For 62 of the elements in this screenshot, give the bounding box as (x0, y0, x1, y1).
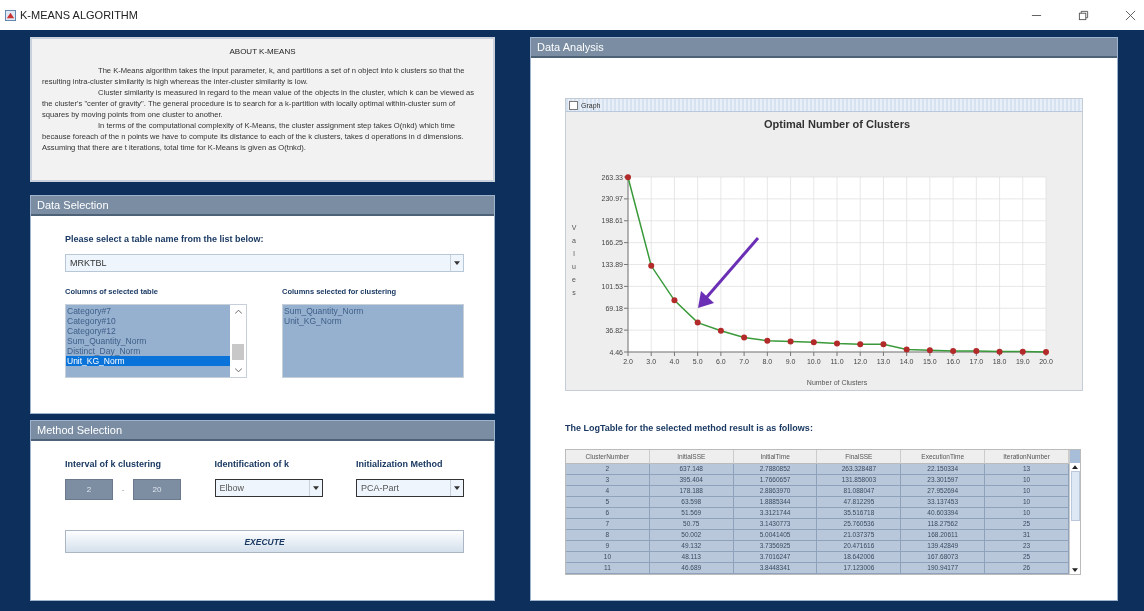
log-table-title: The LogTable for the selected method result is as follows: (565, 423, 814, 433)
caret-icon (312, 486, 319, 490)
data-point (787, 338, 794, 345)
init-method-label: Initialization Method (356, 459, 444, 469)
k-max-field[interactable]: 20 (133, 479, 181, 500)
window-title: K-MEANS ALGORITHM (20, 9, 138, 21)
scrollbar[interactable] (1069, 450, 1080, 574)
data-point (694, 319, 701, 326)
app-icon (5, 9, 16, 21)
data-point (671, 297, 678, 304)
scrollbar[interactable] (230, 305, 246, 377)
data-point (810, 339, 817, 346)
pointer-arrow (698, 237, 760, 308)
about-title: ABOUT K-MEANS (228, 47, 297, 56)
data-point (834, 340, 840, 347)
data-point (741, 334, 748, 341)
data-point (717, 327, 724, 334)
identification-dropdown[interactable]: Elbow (214, 479, 323, 497)
scroll-thumb[interactable] (232, 344, 244, 360)
data-point (1043, 348, 1049, 355)
data-point (1019, 348, 1026, 355)
range-separator: - (120, 485, 126, 494)
list-item[interactable]: Sum_Quantity_Norm (283, 306, 463, 316)
data-point (996, 348, 1003, 355)
k-min-field[interactable]: 2 (65, 479, 113, 500)
selected-columns-list[interactable]: Sum_Quantity_Norm Unit_KG_Norm (282, 304, 464, 378)
init-method-dropdown[interactable]: PCA-Part (356, 479, 464, 497)
chart-title: Optimal Number of Clusters (763, 118, 911, 130)
panel-header: Data Analysis (531, 38, 1117, 58)
scroll-thumb[interactable] (1070, 471, 1080, 521)
close-icon[interactable] (1125, 9, 1136, 21)
table-dropdown[interactable]: MRKTBL (65, 254, 464, 272)
caret-icon (454, 261, 460, 265)
data-point (857, 341, 864, 348)
table-prompt: Please select a table name from the list below: (65, 234, 265, 244)
list-item[interactable]: Category#10 (66, 316, 230, 326)
list-item[interactable]: Distinct_Day_Norm (66, 346, 230, 356)
header-corner (1070, 450, 1080, 463)
interval-label: Interval of k clustering (65, 459, 163, 469)
list-item[interactable]: Category#7 (66, 306, 230, 316)
list-item[interactable]: Unit_KG_Norm (66, 356, 230, 366)
execute-button[interactable]: EXECUTE (65, 530, 464, 553)
data-point (764, 337, 771, 344)
scroll-up-icon[interactable] (1072, 465, 1078, 469)
restore-icon[interactable] (1078, 9, 1089, 21)
identification-label: Identification of k (214, 459, 290, 469)
data-point (903, 346, 910, 353)
data-point (880, 341, 887, 348)
data-point (926, 347, 933, 354)
graph-checkbox[interactable] (569, 100, 578, 110)
columns-list[interactable]: Category#7 Category#10 Category#12 Sum_Quantity_Norm Distinct_Day_Norm Unit_KG_Norm (65, 304, 247, 378)
list-item[interactable]: Category#12 (66, 326, 230, 336)
list-item[interactable]: Unit_KG_Norm (283, 316, 463, 326)
caret-icon (454, 486, 460, 490)
data-point (625, 174, 631, 181)
scroll-down-icon[interactable] (1072, 568, 1078, 572)
list-item[interactable]: Sum_Quantity_Norm (66, 336, 230, 346)
panel-header: Method Selection (31, 421, 494, 441)
data-point (973, 347, 980, 354)
data-point (648, 262, 655, 269)
data-point (950, 347, 957, 354)
panel-header: Data Selection (31, 196, 494, 216)
